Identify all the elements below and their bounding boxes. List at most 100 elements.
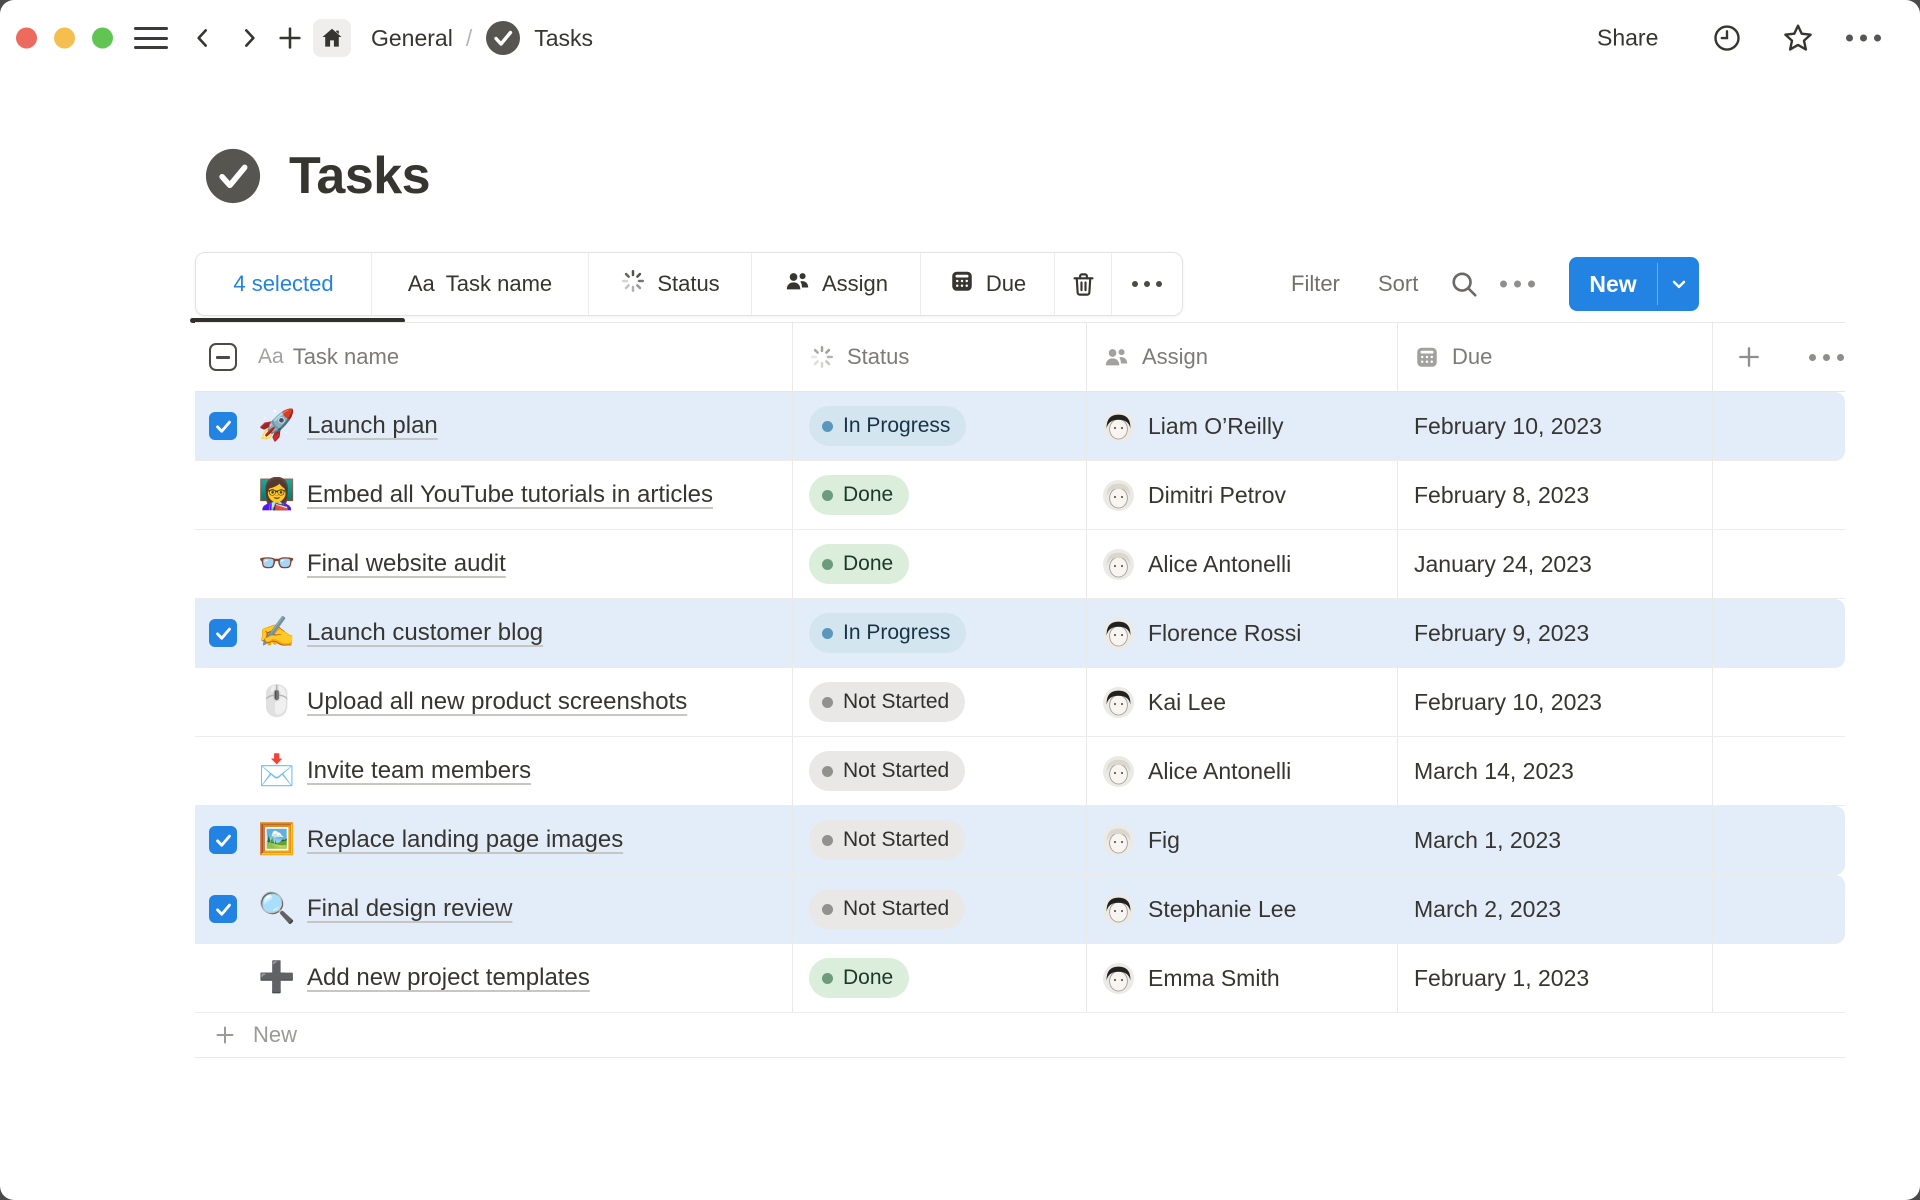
new-button[interactable]: New (1569, 257, 1699, 311)
table-row[interactable]: 👓 Final website audit Done Alice Antonel… (195, 530, 1845, 599)
assign-cell[interactable]: Emma Smith (1086, 944, 1397, 1012)
task-name-link[interactable]: Launch customer blog (307, 619, 543, 647)
status-cell[interactable]: Done (792, 530, 1086, 598)
table-row[interactable]: 🚀 Launch plan In Progress Liam O’Reilly … (195, 392, 1845, 461)
status-badge: Not Started (809, 889, 965, 929)
header-task-name[interactable]: Aa Task name (195, 323, 792, 391)
table-row[interactable]: 👩‍🏫 Embed all YouTube tutorials in artic… (195, 461, 1845, 530)
view-more-icon[interactable] (1500, 281, 1535, 288)
due-cell[interactable]: February 10, 2023 (1397, 668, 1712, 736)
header-assign[interactable]: Assign (1086, 323, 1397, 391)
assign-cell[interactable]: Alice Antonelli (1086, 737, 1397, 805)
add-column-icon[interactable] (1735, 343, 1763, 371)
table-more-icon[interactable] (1809, 354, 1844, 361)
new-tab-plus-icon[interactable] (276, 24, 304, 52)
due-date: February 1, 2023 (1414, 965, 1589, 992)
star-icon[interactable] (1782, 22, 1814, 54)
breadcrumb: General / Tasks (371, 20, 593, 56)
row-extra-cell (1712, 530, 1845, 598)
header-status[interactable]: Status (792, 323, 1086, 391)
task-name-link[interactable]: Final website audit (307, 550, 506, 578)
status-dot-icon (822, 490, 833, 501)
back-icon[interactable] (190, 25, 216, 51)
task-cell[interactable]: 🚀 Launch plan (195, 392, 792, 460)
due-cell[interactable]: February 9, 2023 (1397, 599, 1712, 667)
task-cell[interactable]: 👓 Final website audit (195, 530, 792, 598)
due-cell[interactable]: January 24, 2023 (1397, 530, 1712, 598)
status-cell[interactable]: Not Started (792, 737, 1086, 805)
page-title[interactable]: Tasks (289, 146, 430, 206)
assign-cell[interactable]: Florence Rossi (1086, 599, 1397, 667)
task-cell[interactable]: 👩‍🏫 Embed all YouTube tutorials in artic… (195, 461, 792, 529)
assign-cell[interactable]: Dimitri Petrov (1086, 461, 1397, 529)
row-checkbox[interactable] (209, 412, 237, 440)
task-cell[interactable]: 🔍 Final design review (195, 875, 792, 943)
row-checkbox[interactable] (209, 895, 237, 923)
breadcrumb-root[interactable]: General (371, 25, 453, 52)
assign-cell[interactable]: Fig (1086, 806, 1397, 874)
task-name-link[interactable]: Final design review (307, 895, 512, 923)
forward-icon[interactable] (236, 25, 262, 51)
chevron-down-icon[interactable] (1658, 257, 1699, 311)
traffic-light-close-button[interactable] (16, 28, 37, 49)
status-cell[interactable]: In Progress (792, 599, 1086, 667)
select-all-checkbox[interactable] (209, 343, 237, 371)
row-extra-cell (1712, 737, 1845, 805)
task-cell[interactable]: ➕ Add new project templates (195, 944, 792, 1012)
due-cell[interactable]: February 8, 2023 (1397, 461, 1712, 529)
task-cell[interactable]: 📩 Invite team members (195, 737, 792, 805)
more-options-icon[interactable] (1846, 35, 1881, 42)
status-cell[interactable]: Not Started (792, 875, 1086, 943)
table-row[interactable]: ✍️ Launch customer blog In Progress Flor… (195, 599, 1845, 668)
table-row[interactable]: 🖼️ Replace landing page images Not Start… (195, 806, 1845, 875)
search-icon[interactable] (1449, 269, 1479, 299)
task-cell[interactable]: ✍️ Launch customer blog (195, 599, 792, 667)
task-name-link[interactable]: Launch plan (307, 412, 438, 440)
table-row[interactable]: 🔍 Final design review Not Started Stepha… (195, 875, 1845, 944)
avatar (1103, 549, 1134, 580)
due-cell[interactable]: March 14, 2023 (1397, 737, 1712, 805)
due-cell[interactable]: February 10, 2023 (1397, 392, 1712, 460)
share-button[interactable]: Share (1597, 25, 1658, 52)
status-cell[interactable]: Not Started (792, 668, 1086, 736)
header-due[interactable]: Due (1397, 323, 1712, 391)
task-name-link[interactable]: Invite team members (307, 757, 531, 785)
table-row[interactable]: ➕ Add new project templates Done Emma Sm… (195, 944, 1845, 1013)
avatar (1103, 618, 1134, 649)
task-name-link[interactable]: Embed all YouTube tutorials in articles (307, 481, 713, 509)
status-dot-icon (822, 766, 833, 777)
assign-cell[interactable]: Kai Lee (1086, 668, 1397, 736)
task-name-link[interactable]: Add new project templates (307, 964, 590, 992)
due-cell[interactable]: February 1, 2023 (1397, 944, 1712, 1012)
row-checkbox[interactable] (209, 619, 237, 647)
add-row-button[interactable]: New (195, 1013, 1845, 1058)
row-checkbox[interactable] (209, 826, 237, 854)
breadcrumb-current[interactable]: Tasks (534, 25, 593, 52)
assign-cell[interactable]: Stephanie Lee (1086, 875, 1397, 943)
sort-button[interactable]: Sort (1378, 271, 1418, 297)
status-cell[interactable]: Done (792, 461, 1086, 529)
sidebar-menu-icon[interactable] (134, 27, 168, 49)
page-check-circle-icon[interactable] (205, 148, 261, 204)
due-date: March 1, 2023 (1414, 827, 1561, 854)
traffic-light-minimize-button[interactable] (54, 28, 75, 49)
status-cell[interactable]: In Progress (792, 392, 1086, 460)
task-cell[interactable]: 🖱️ Upload all new product screenshots (195, 668, 792, 736)
home-icon[interactable] (313, 19, 351, 57)
clock-icon[interactable] (1712, 23, 1742, 53)
table-row[interactable]: 🖱️ Upload all new product screenshots No… (195, 668, 1845, 737)
due-cell[interactable]: March 1, 2023 (1397, 806, 1712, 874)
plus-icon (213, 1023, 237, 1047)
assign-cell[interactable]: Alice Antonelli (1086, 530, 1397, 598)
task-name-link[interactable]: Replace landing page images (307, 826, 623, 854)
status-cell[interactable]: Done (792, 944, 1086, 1012)
assign-cell[interactable]: Liam O’Reilly (1086, 392, 1397, 460)
due-cell[interactable]: March 2, 2023 (1397, 875, 1712, 943)
task-name-link[interactable]: Upload all new product screenshots (307, 688, 687, 716)
traffic-light-zoom-button[interactable] (92, 28, 113, 49)
task-cell[interactable]: 🖼️ Replace landing page images (195, 806, 792, 874)
table-row[interactable]: 📩 Invite team members Not Started Alice … (195, 737, 1845, 806)
filter-button[interactable]: Filter (1291, 271, 1340, 297)
status-cell[interactable]: Not Started (792, 806, 1086, 874)
status-spinner-icon (809, 344, 835, 370)
